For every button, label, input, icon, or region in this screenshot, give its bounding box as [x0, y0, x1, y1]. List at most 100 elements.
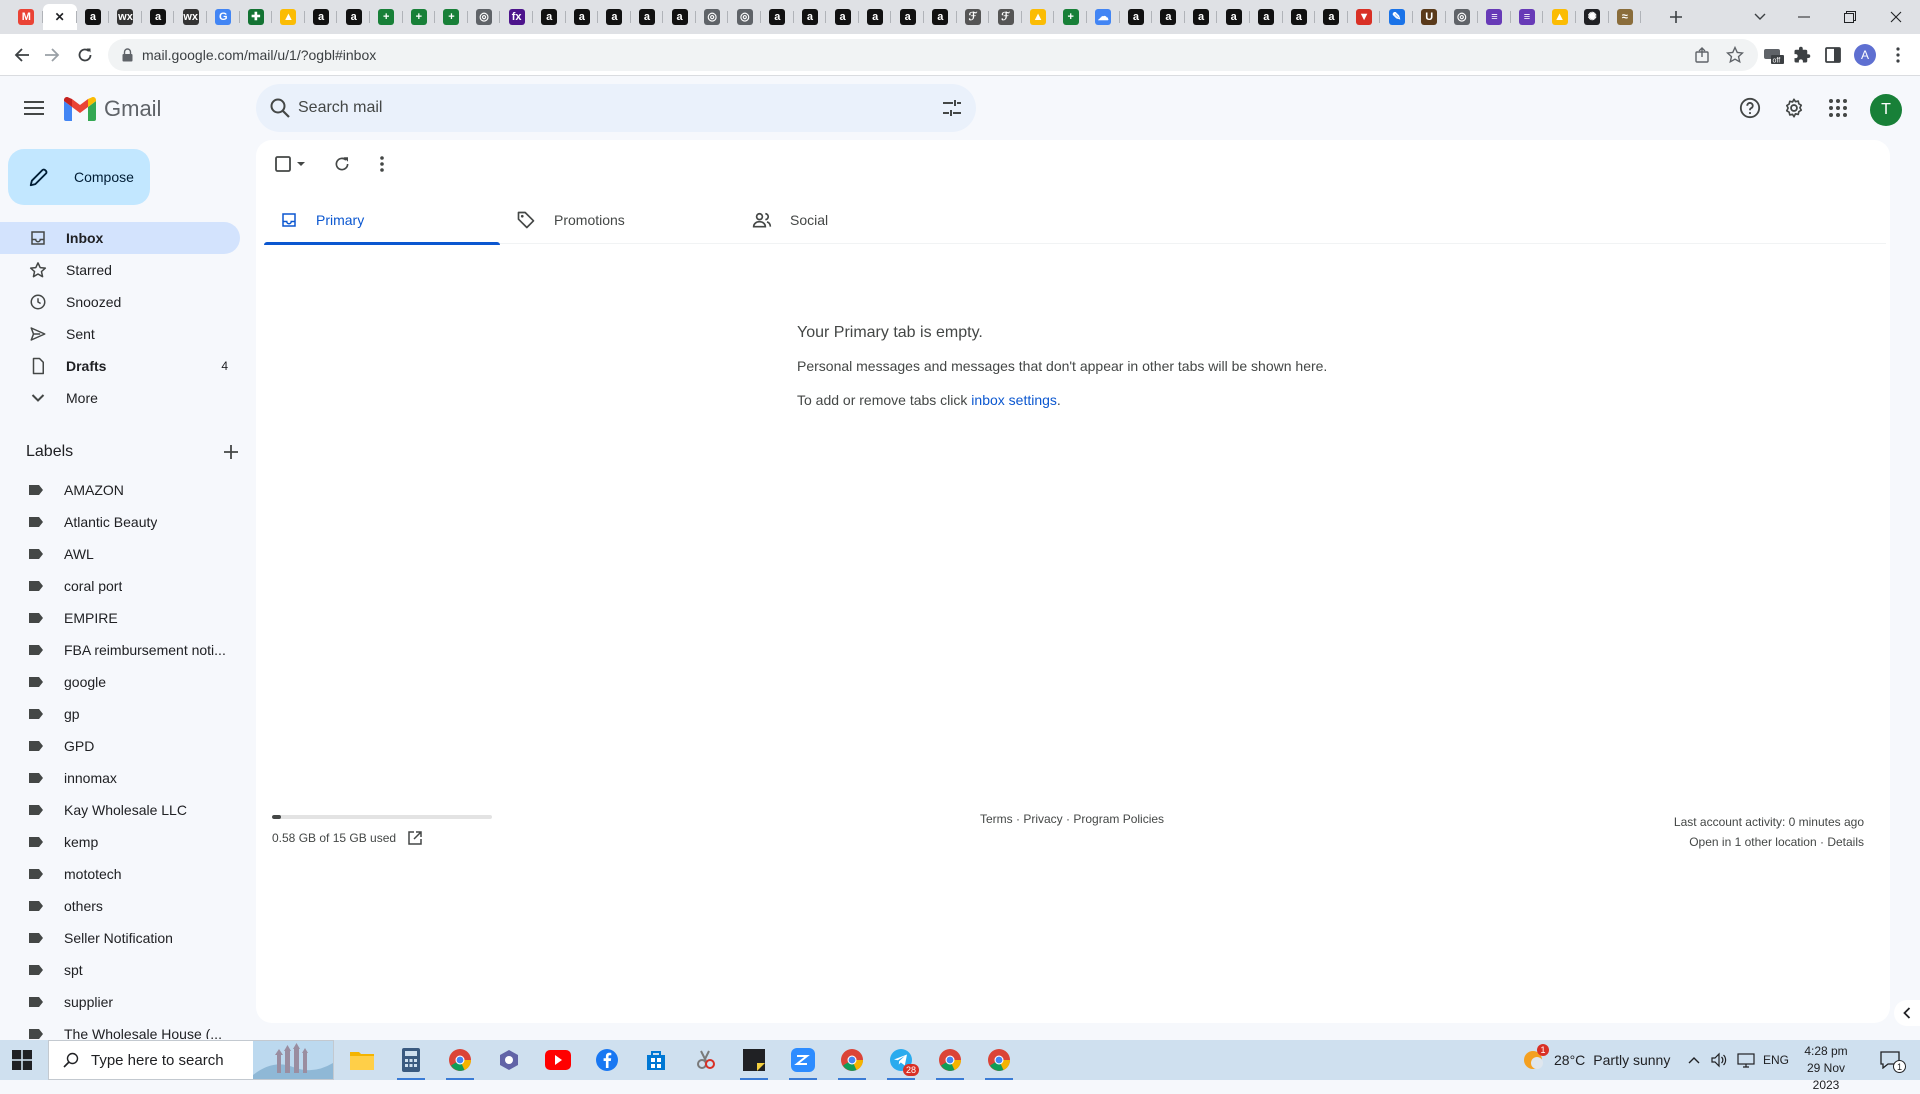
browser-tab[interactable]: ◎: [696, 4, 729, 30]
browser-tab[interactable]: fx: [500, 4, 533, 30]
nav-item-snoozed[interactable]: Snoozed: [0, 286, 240, 318]
nav-item-drafts[interactable]: Drafts 4: [0, 350, 240, 382]
add-label-button[interactable]: [224, 445, 238, 459]
browser-tab[interactable]: ≡: [1478, 4, 1511, 30]
label-item[interactable]: coral port: [0, 570, 236, 602]
browser-tab[interactable]: a: [1120, 4, 1153, 30]
label-item[interactable]: innomax: [0, 762, 236, 794]
browser-tab[interactable]: a: [924, 4, 957, 30]
search-options-icon[interactable]: [940, 96, 964, 120]
browser-tab[interactable]: a: [1315, 4, 1348, 30]
back-button[interactable]: [10, 43, 34, 67]
extensions-puzzle-icon[interactable]: [1790, 43, 1814, 67]
clock[interactable]: 4:28 pm 29 Nov 2023: [1794, 1043, 1858, 1094]
browser-tab[interactable]: ✚: [240, 4, 273, 30]
label-item[interactable]: others: [0, 890, 236, 922]
google-apps-icon[interactable]: [1822, 92, 1854, 124]
tab-search-button[interactable]: [1737, 0, 1783, 34]
browser-tab[interactable]: U: [1413, 4, 1446, 30]
storage-bar[interactable]: [272, 815, 492, 819]
browser-tab[interactable]: a: [305, 4, 338, 30]
browser-tab[interactable]: +: [435, 4, 468, 30]
label-item[interactable]: Atlantic Beauty: [0, 506, 236, 538]
browser-tab[interactable]: ◎: [468, 4, 501, 30]
refresh-button[interactable]: [326, 148, 358, 180]
label-item[interactable]: spt: [0, 954, 236, 986]
label-item[interactable]: supplier: [0, 986, 236, 1018]
taskbar-app-teams[interactable]: [489, 1044, 529, 1076]
browser-tab[interactable]: ℱ: [957, 4, 990, 30]
browser-tab[interactable]: ✺: [1576, 4, 1609, 30]
taskbar-app-file-explorer[interactable]: [342, 1044, 382, 1076]
browser-tab[interactable]: ≈: [1609, 4, 1642, 30]
new-tab-button[interactable]: [1664, 6, 1688, 28]
label-item[interactable]: The Wholesale House (...: [0, 1018, 236, 1039]
profile-avatar[interactable]: A: [1853, 43, 1877, 67]
url-text[interactable]: mail.google.com/mail/u/1/?ogbl#inbox: [142, 47, 376, 63]
details-link[interactable]: Details: [1827, 835, 1864, 849]
select-all-checkbox[interactable]: [268, 148, 312, 180]
browser-tab[interactable]: ◎: [1446, 4, 1479, 30]
taskbar-app-chrome[interactable]: [930, 1044, 970, 1080]
taskbar-app-chrome[interactable]: [979, 1044, 1019, 1080]
taskbar-app-telegram[interactable]: 28: [881, 1044, 921, 1080]
browser-tab[interactable]: a: [77, 4, 110, 30]
taskbar-app-calculator[interactable]: [391, 1044, 431, 1080]
main-menu-button[interactable]: [18, 92, 50, 124]
label-item[interactable]: gp: [0, 698, 236, 730]
browser-tab[interactable]: a: [1217, 4, 1250, 30]
browser-tab[interactable]: +: [1054, 4, 1087, 30]
close-window-button[interactable]: [1873, 0, 1919, 34]
browser-tab[interactable]: ℱ: [989, 4, 1022, 30]
browser-tab[interactable]: ◎: [728, 4, 761, 30]
search-icon[interactable]: [268, 96, 292, 120]
browser-tab[interactable]: a: [761, 4, 794, 30]
bookmark-star-icon[interactable]: [1726, 46, 1744, 64]
label-item[interactable]: GPD: [0, 730, 236, 762]
taskbar-app-facebook[interactable]: [587, 1044, 627, 1076]
address-bar[interactable]: mail.google.com/mail/u/1/?ogbl#inbox: [108, 39, 1758, 71]
notifications-button[interactable]: 1: [1870, 1040, 1910, 1080]
browser-tab[interactable]: M: [10, 4, 43, 30]
browser-tab[interactable]: a: [663, 4, 696, 30]
taskbar-app-chrome[interactable]: [832, 1044, 872, 1080]
language-indicator[interactable]: ENG: [1763, 1040, 1789, 1080]
browser-tab[interactable]: ▲: [1022, 4, 1055, 30]
search-bar[interactable]: [256, 84, 976, 132]
label-item[interactable]: AWL: [0, 538, 236, 570]
program-policies-link[interactable]: Program Policies: [1073, 812, 1164, 826]
tab-primary[interactable]: Primary: [264, 196, 500, 245]
browser-tab[interactable]: ✎: [1380, 4, 1413, 30]
tab-social[interactable]: Social: [736, 196, 972, 244]
browser-tab[interactable]: ☁: [1087, 4, 1120, 30]
search-input[interactable]: [298, 84, 898, 132]
nav-item-inbox[interactable]: Inbox: [0, 222, 240, 254]
show-hidden-icons-button[interactable]: [1688, 1040, 1700, 1080]
browser-tab[interactable]: a: [1250, 4, 1283, 30]
taskbar-app-chrome[interactable]: [440, 1044, 480, 1080]
search-highlight-image[interactable]: [253, 1041, 333, 1079]
browser-tab[interactable]: a: [142, 4, 175, 30]
browser-tab[interactable]: a: [1283, 4, 1316, 30]
side-panel-icon[interactable]: [1821, 43, 1845, 67]
label-item[interactable]: EMPIRE: [0, 602, 236, 634]
nav-item-starred[interactable]: Starred: [0, 254, 240, 286]
taskbar-app-zoom[interactable]: [783, 1044, 823, 1080]
browser-tab[interactable]: a: [337, 4, 370, 30]
label-item[interactable]: kemp: [0, 826, 236, 858]
browser-tab[interactable]: ≡: [1511, 4, 1544, 30]
gmail-logo[interactable]: Gmail: [64, 96, 161, 122]
lock-icon[interactable]: [122, 48, 133, 62]
taskbar-app-youtube[interactable]: [538, 1044, 578, 1076]
minimize-button[interactable]: [1781, 0, 1827, 34]
browser-tab[interactable]: a: [566, 4, 599, 30]
browser-tab[interactable]: a: [631, 4, 664, 30]
browser-tab[interactable]: +: [370, 4, 403, 30]
label-item[interactable]: google: [0, 666, 236, 698]
taskbar-app-sticky-notes[interactable]: [734, 1044, 774, 1080]
settings-gear-icon[interactable]: [1778, 92, 1810, 124]
compose-button[interactable]: Compose: [8, 149, 150, 205]
browser-tab[interactable]: G: [207, 4, 240, 30]
browser-tab[interactable]: a: [891, 4, 924, 30]
taskbar-app-store[interactable]: [636, 1044, 676, 1076]
